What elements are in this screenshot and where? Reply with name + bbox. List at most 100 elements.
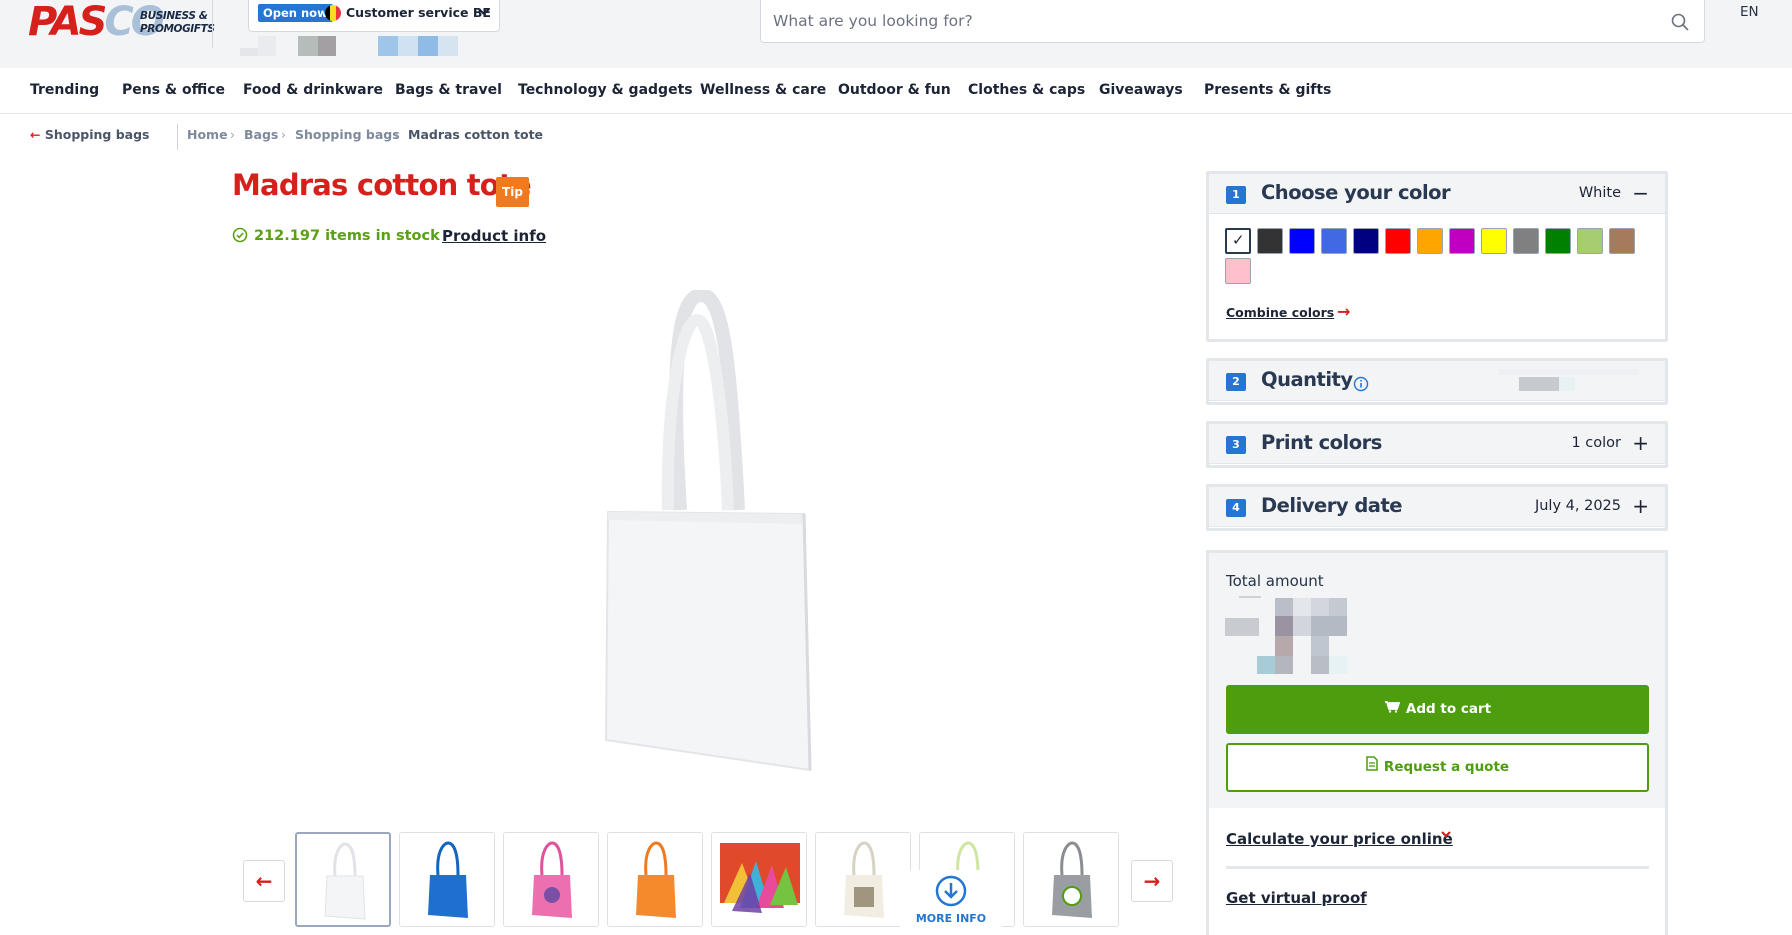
nav-item-trending[interactable]: Trending bbox=[30, 82, 99, 98]
chevron-down-icon bbox=[477, 2, 491, 27]
nav-item-technology-gadgets[interactable]: Technology & gadgets bbox=[518, 82, 693, 98]
breadcrumb-shopping-bags[interactable]: Shopping bags bbox=[295, 126, 400, 144]
expand-icon[interactable]: + bbox=[1632, 493, 1649, 519]
thumb-prev-button[interactable]: ← bbox=[243, 860, 285, 902]
order-summary: Total amount Add to cart Request a quote bbox=[1206, 550, 1668, 812]
swatch-red[interactable] bbox=[1385, 228, 1411, 254]
arrow-left-icon: ← bbox=[30, 127, 41, 142]
color-panel: 1 Choose your color White − ✓ Combine co… bbox=[1206, 171, 1668, 342]
check-circle-icon bbox=[232, 227, 248, 243]
belgium-flag-icon bbox=[325, 5, 341, 21]
product-title: Madras cotton tote bbox=[232, 168, 532, 202]
print-colors-panel-header[interactable]: 3 Print colors 1 color + bbox=[1209, 424, 1665, 464]
tote-natural-icon bbox=[844, 841, 884, 918]
print-colors-value: 1 color bbox=[1571, 435, 1621, 451]
nav-item-food-drinkware[interactable]: Food & drinkware bbox=[243, 82, 383, 98]
swatch-black[interactable] bbox=[1257, 228, 1283, 254]
nav-item-presents-gifts[interactable]: Presents & gifts bbox=[1204, 82, 1331, 98]
swatch-lime[interactable] bbox=[1577, 228, 1603, 254]
request-quote-button[interactable]: Request a quote bbox=[1226, 743, 1649, 792]
color-panel-header[interactable]: 1 Choose your color White − bbox=[1209, 174, 1665, 214]
quantity-blurred-value bbox=[1499, 369, 1639, 391]
swatch-blue[interactable] bbox=[1289, 228, 1315, 254]
more-info-button[interactable]: MORE INFO bbox=[900, 870, 1002, 935]
product-main-image[interactable] bbox=[590, 290, 830, 780]
swatch-yellow[interactable] bbox=[1481, 228, 1507, 254]
totes-multicolor-icon bbox=[720, 843, 800, 913]
stock-text: 212.197 items in stock bbox=[254, 228, 440, 244]
collapse-icon[interactable]: − bbox=[1632, 180, 1649, 206]
nav-item-wellness-care[interactable]: Wellness & care bbox=[700, 82, 826, 98]
pasco-logo[interactable]: PASCO BUSINESS & PROMOGIFTS bbox=[28, 0, 215, 48]
swatch-purple[interactable] bbox=[1449, 228, 1475, 254]
blurred-contact-info bbox=[240, 36, 458, 56]
swatch-pink[interactable] bbox=[1225, 258, 1251, 284]
nav-item-outdoor-fun[interactable]: Outdoor & fun bbox=[838, 82, 951, 98]
tip-badge: Tip bbox=[496, 177, 529, 207]
thumbnail-grey[interactable] bbox=[1023, 832, 1119, 927]
language-selector[interactable]: EN bbox=[1740, 4, 1759, 20]
breadcrumb-chevron-icon: › bbox=[394, 127, 399, 142]
swatch-navy[interactable] bbox=[1353, 228, 1379, 254]
swatch-orange[interactable] bbox=[1417, 228, 1443, 254]
nav-item-clothes-caps[interactable]: Clothes & caps bbox=[968, 82, 1085, 98]
thumbnail-white[interactable] bbox=[295, 832, 391, 927]
thumb-next-button[interactable]: → bbox=[1131, 860, 1173, 902]
calculate-price-link[interactable]: Calculate your price online bbox=[1226, 830, 1453, 848]
step-badge: 3 bbox=[1226, 436, 1246, 454]
info-icon[interactable] bbox=[1353, 376, 1369, 392]
expand-icon[interactable]: + bbox=[1632, 430, 1649, 456]
breadcrumb-back-link[interactable]: ← Shopping bags bbox=[30, 126, 149, 144]
swatch-grey[interactable] bbox=[1513, 228, 1539, 254]
thumbnail-pink[interactable] bbox=[503, 832, 599, 927]
delivery-date-panel-title: Delivery date bbox=[1261, 494, 1403, 517]
nav-item-giveaways[interactable]: Giveaways bbox=[1099, 82, 1183, 98]
breadcrumb-bags[interactable]: Bags bbox=[244, 126, 278, 144]
top-bar: PASCO BUSINESS & PROMOGIFTS Open now Cust… bbox=[0, 0, 1792, 68]
chevron-down-icon bbox=[1440, 828, 1452, 844]
logo-pas: PAS bbox=[28, 0, 107, 45]
thumbnail-blue[interactable] bbox=[399, 832, 495, 927]
swatch-brown[interactable] bbox=[1609, 228, 1635, 254]
thumbnail-multicolor[interactable] bbox=[711, 832, 807, 927]
delivery-date-value: July 4, 2025 bbox=[1534, 498, 1621, 514]
swatch-white[interactable]: ✓ bbox=[1225, 228, 1251, 254]
delivery-date-panel-header[interactable]: 4 Delivery date July 4, 2025 + bbox=[1209, 487, 1665, 527]
open-now-badge: Open now bbox=[258, 4, 333, 22]
customer-service-dropdown[interactable]: Open now Customer service BE bbox=[248, 0, 500, 32]
swatch-royal-blue[interactable] bbox=[1321, 228, 1347, 254]
divider bbox=[1226, 866, 1649, 869]
nav-item-pens-office[interactable]: Pens & office bbox=[122, 82, 225, 98]
tote-white-icon bbox=[324, 842, 366, 920]
tote-orange-icon bbox=[636, 841, 676, 918]
logo-sub-line2: PROMOGIFTS bbox=[140, 23, 215, 35]
quantity-panel-header[interactable]: 2 Quantity bbox=[1209, 361, 1665, 401]
check-icon: ✓ bbox=[1232, 231, 1245, 249]
total-amount-label: Total amount bbox=[1226, 572, 1324, 590]
swatch-green[interactable] bbox=[1545, 228, 1571, 254]
arrow-right-icon: → bbox=[1337, 302, 1351, 321]
thumbnail-orange[interactable] bbox=[607, 832, 703, 927]
more-info-label: MORE INFO bbox=[915, 912, 987, 925]
step-badge: 1 bbox=[1226, 186, 1246, 204]
nav-item-bags-travel[interactable]: Bags & travel bbox=[395, 82, 502, 98]
step-badge: 2 bbox=[1226, 373, 1246, 391]
virtual-proof-link[interactable]: Get virtual proof bbox=[1226, 889, 1367, 907]
breadcrumb-home[interactable]: Home bbox=[187, 126, 228, 144]
search-icon[interactable] bbox=[1670, 12, 1690, 32]
price-links: Calculate your price online Get virtual … bbox=[1206, 808, 1668, 935]
tote-grey-icon bbox=[1052, 841, 1092, 918]
color-panel-title: Choose your color bbox=[1261, 181, 1451, 204]
arrow-down-circle-icon bbox=[935, 875, 967, 907]
search-input[interactable] bbox=[773, 8, 1633, 34]
add-to-cart-button[interactable]: Add to cart bbox=[1226, 685, 1649, 734]
combine-colors-link[interactable]: Combine colors bbox=[1226, 305, 1334, 320]
quantity-panel: 2 Quantity bbox=[1206, 358, 1668, 405]
main-navigation: Trending Pens & office Food & drinkware … bbox=[0, 68, 1792, 114]
quantity-panel-title: Quantity bbox=[1261, 368, 1353, 391]
product-info-link[interactable]: Product info bbox=[442, 227, 546, 245]
thumbnail-natural[interactable] bbox=[815, 832, 911, 927]
delivery-date-panel: 4 Delivery date July 4, 2025 + bbox=[1206, 484, 1668, 531]
tote-blue-icon bbox=[428, 841, 468, 918]
request-quote-label: Request a quote bbox=[1383, 759, 1510, 775]
